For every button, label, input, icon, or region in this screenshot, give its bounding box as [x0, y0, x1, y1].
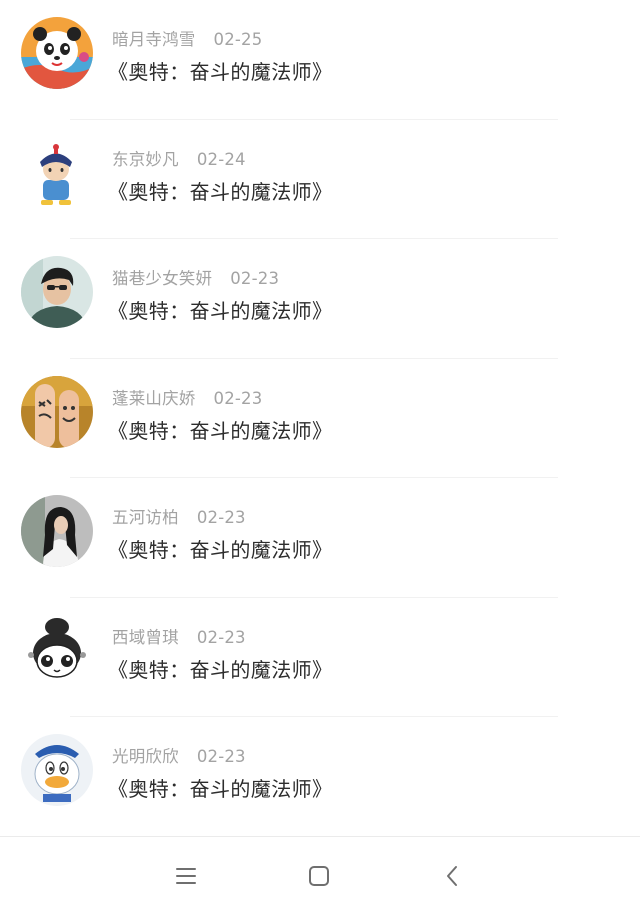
item-meta: 暗月寺鸿雪 02-25: [112, 26, 262, 50]
system-navigation-bar: [0, 836, 640, 914]
post-date: 02-24: [196, 149, 246, 169]
item-meta: 五河访柏 02-23: [112, 504, 246, 528]
item-title[interactable]: 《奥特：奋斗的魔法师》: [108, 176, 332, 205]
item-meta: 西域曾琪 02-23: [112, 624, 246, 648]
panda-avatar-icon[interactable]: [21, 17, 93, 89]
donald-duck-avatar-icon[interactable]: [21, 734, 93, 806]
item-title[interactable]: 《奥特：奋斗的魔法师》: [108, 56, 332, 85]
post-date: 02-23: [196, 508, 246, 527]
user-name[interactable]: 蓬莱山庆娇: [112, 389, 196, 408]
user-name[interactable]: 东京妙凡: [112, 150, 179, 169]
home-square-icon[interactable]: [306, 863, 332, 889]
list-item[interactable]: 暗月寺鸿雪 02-25 《奥特：奋斗的魔法师》: [0, 0, 640, 120]
item-meta: 蓬莱山庆娇 02-23: [112, 385, 262, 409]
item-meta: 光明欣欣 02-23: [112, 743, 246, 767]
list-item[interactable]: 五河访柏 02-23 《奥特：奋斗的魔法师》: [0, 478, 640, 598]
user-name[interactable]: 猫巷少女笑妍: [112, 269, 212, 288]
user-name[interactable]: 西域曾琪: [112, 628, 179, 647]
list-item[interactable]: 光明欣欣 02-23 《奥特：奋斗的魔法师》: [0, 717, 640, 837]
cartoon-bun-girl-avatar-icon[interactable]: [21, 614, 93, 687]
back-chevron-icon[interactable]: [440, 863, 466, 889]
item-meta: 猫巷少女笑妍 02-23: [112, 265, 279, 289]
post-date: 02-23: [196, 627, 246, 647]
user-name[interactable]: 光明欣欣: [112, 747, 179, 766]
finger-faces-avatar-icon[interactable]: [21, 375, 93, 448]
comment-list: 暗月寺鸿雪 02-25 《奥特：奋斗的魔法师》 东京妙凡 02-24 《奥特：奋斗的…: [0, 0, 640, 837]
list-item[interactable]: 猫巷少女笑妍 02-23 《奥特：奋斗的魔法师》: [0, 239, 640, 359]
user-name[interactable]: 五河访柏: [112, 508, 179, 527]
item-title[interactable]: 《奥特：奋斗的魔法师》: [108, 773, 332, 802]
girl-photo-avatar-icon[interactable]: [21, 495, 93, 567]
young-man-photo-avatar-icon[interactable]: [21, 256, 93, 328]
item-title[interactable]: 《奥特：奋斗的魔法师》: [108, 534, 332, 563]
post-date: 02-23: [213, 388, 263, 408]
item-title[interactable]: 《奥特：奋斗的魔法师》: [108, 415, 332, 444]
item-meta: 东京妙凡 02-24: [112, 146, 246, 170]
menu-icon[interactable]: [173, 863, 199, 889]
list-item[interactable]: 蓬莱山庆娇 02-23 《奥特：奋斗的魔法师》: [0, 359, 640, 478]
post-date: 02-23: [230, 269, 280, 288]
list-item[interactable]: 东京妙凡 02-24 《奥特：奋斗的魔法师》: [0, 120, 640, 239]
user-name[interactable]: 暗月寺鸿雪: [112, 30, 196, 49]
post-date: 02-23: [196, 747, 246, 766]
qing-official-cartoon-avatar-icon[interactable]: [21, 136, 93, 209]
post-date: 02-25: [213, 30, 263, 49]
item-title[interactable]: 《奥特：奋斗的魔法师》: [108, 295, 332, 324]
item-title[interactable]: 《奥特：奋斗的魔法师》: [108, 654, 332, 683]
list-item[interactable]: 西域曾琪 02-23 《奥特：奋斗的魔法师》: [0, 598, 640, 717]
